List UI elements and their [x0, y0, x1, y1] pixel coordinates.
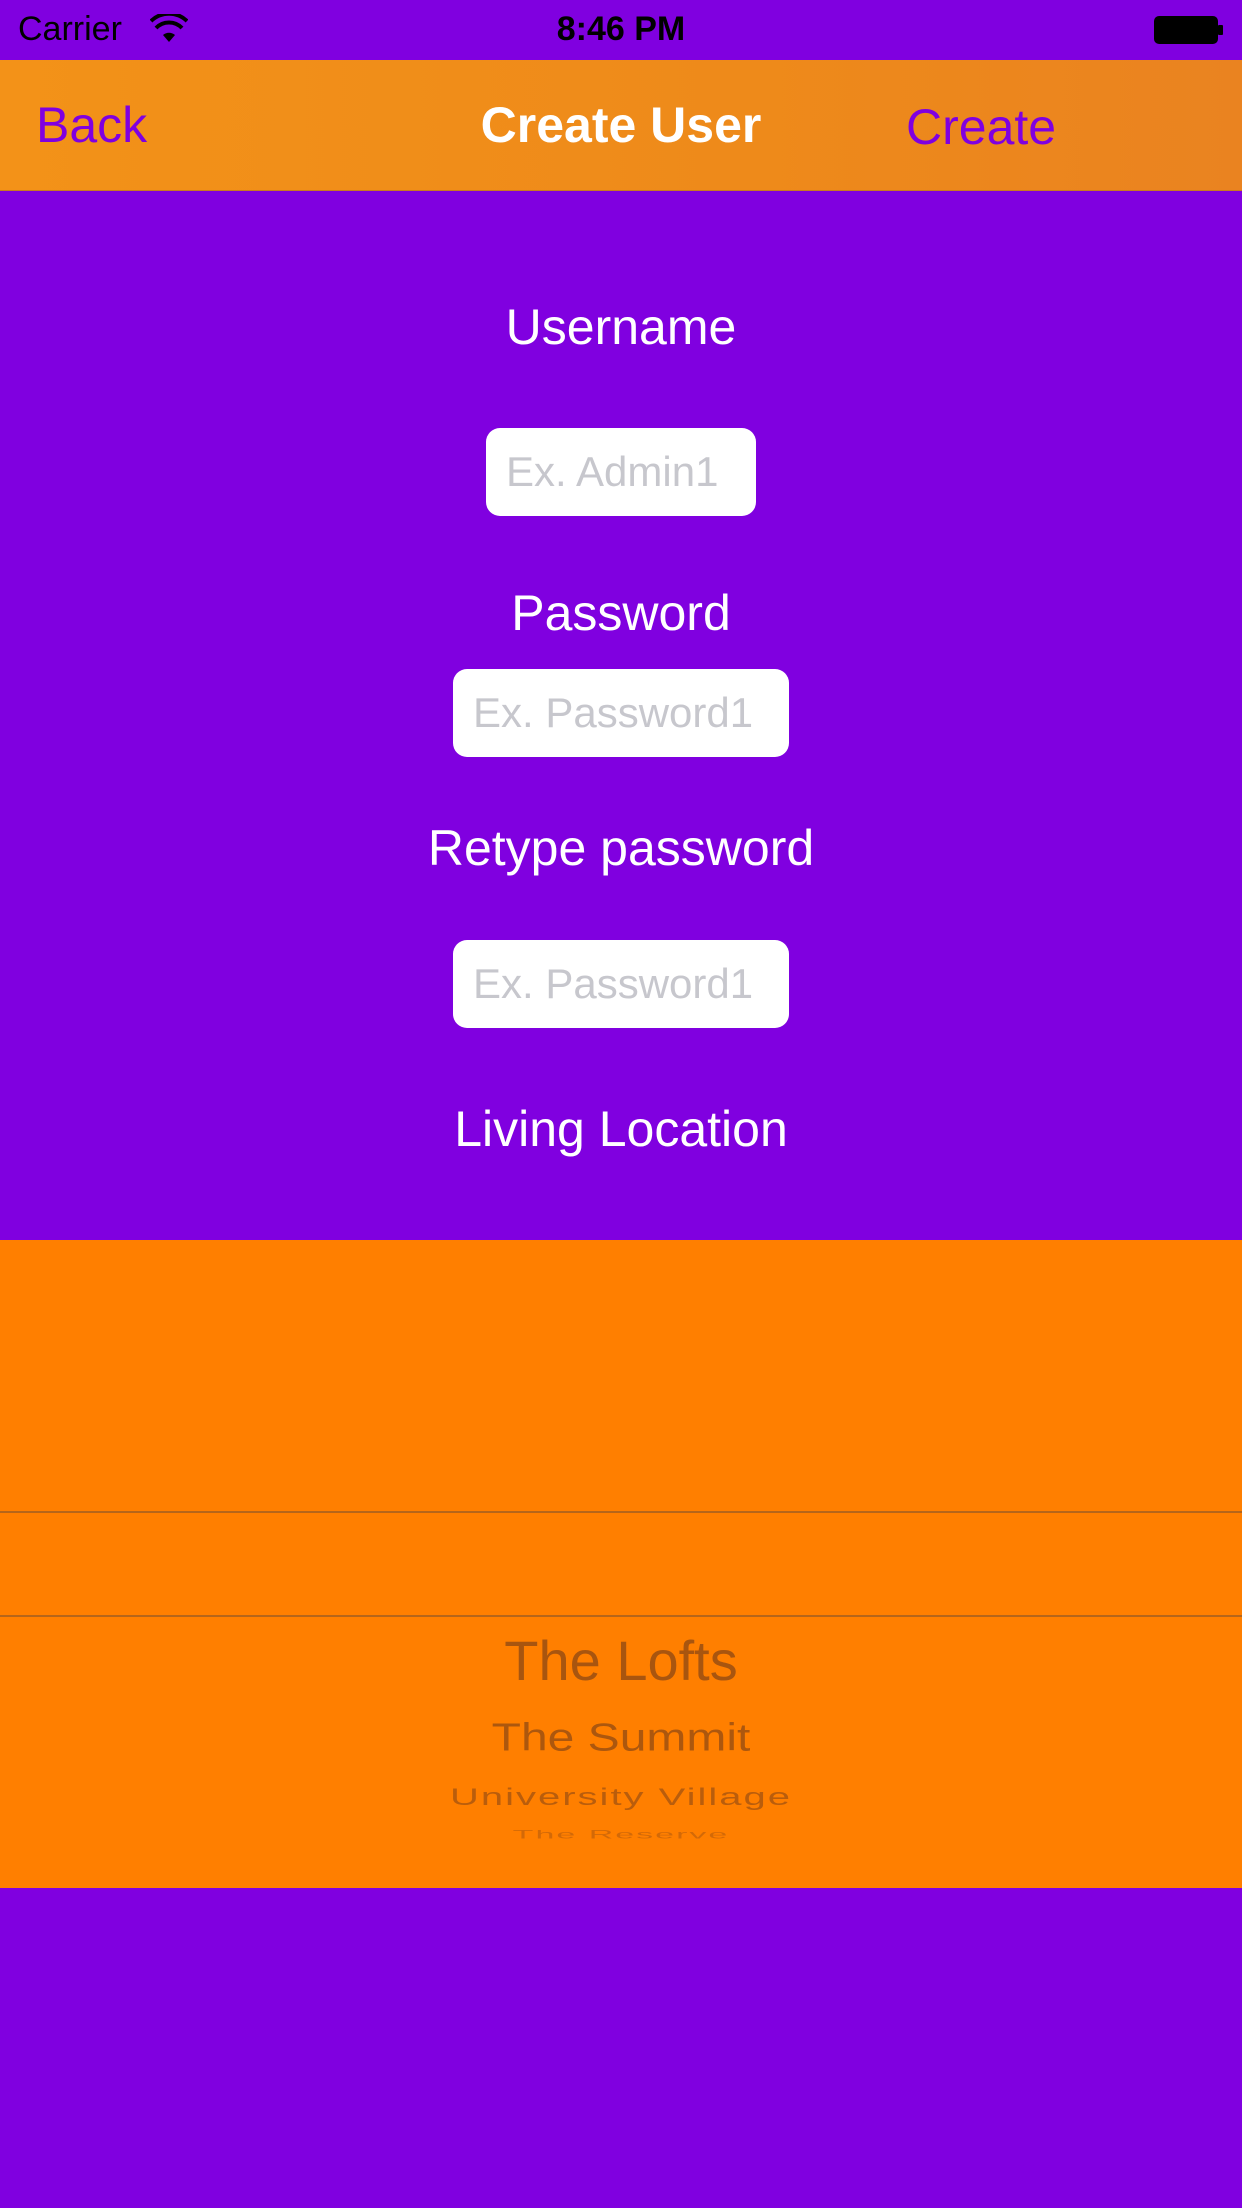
picker-selection-bottom-line [0, 1615, 1242, 1617]
living-location-label: Living Location [454, 1101, 788, 1157]
picker-item[interactable]: University Village [0, 1784, 1242, 1811]
location-picker[interactable]: The Lofts The Summit University Village … [0, 1240, 1242, 1888]
battery-icon [1154, 16, 1224, 44]
picker-item[interactable]: The Reserve [0, 1828, 1242, 1842]
username-field[interactable] [486, 428, 756, 516]
password-field[interactable] [453, 669, 789, 757]
navigation-bar: Back Create User Create [0, 60, 1242, 191]
password-label: Password [511, 585, 731, 641]
username-label: Username [505, 299, 737, 355]
status-bar: Carrier 8:46 PM [0, 0, 1242, 60]
retype-password-field[interactable] [453, 940, 789, 1028]
picker-selection-top-line [0, 1511, 1242, 1513]
create-button[interactable]: Create [906, 98, 1056, 156]
retype-password-label: Retype password [427, 820, 815, 876]
status-time: 8:46 PM [556, 10, 686, 48]
picker-item[interactable]: The Summit [0, 1715, 1242, 1760]
picker-item[interactable]: The Lofts [0, 1628, 1242, 1693]
